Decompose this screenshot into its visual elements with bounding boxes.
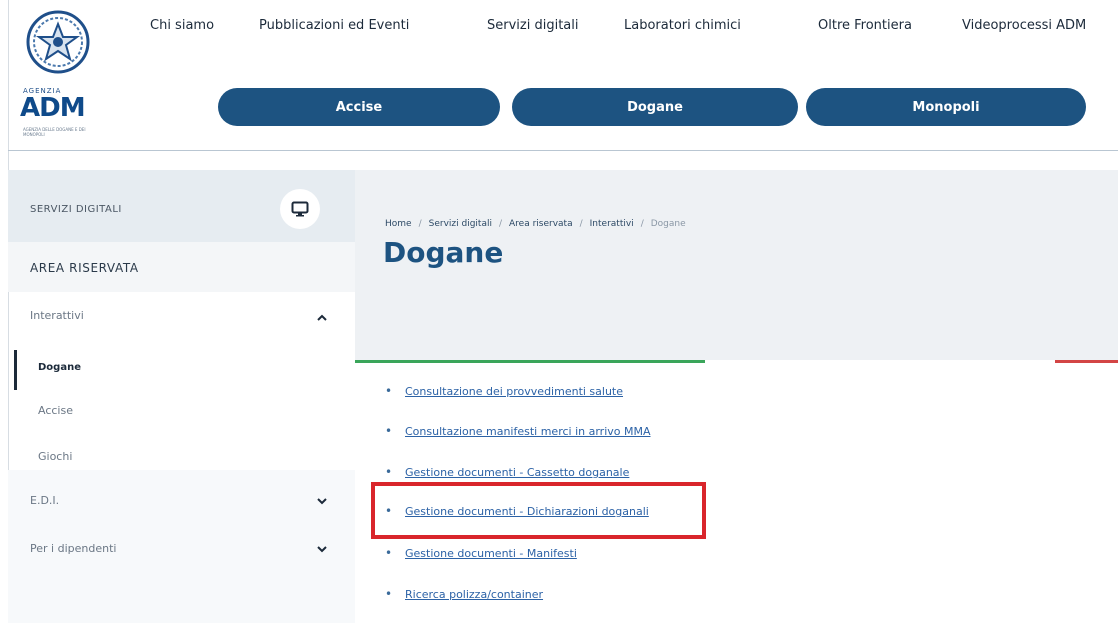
breadcrumb-separator: / — [498, 219, 503, 229]
nav-chi-siamo[interactable]: Chi siamo — [150, 18, 214, 33]
accise-button[interactable]: Accise — [218, 88, 500, 126]
chevron-up-icon — [317, 314, 327, 321]
breadcrumb-interattivi[interactable]: Interattivi — [590, 219, 634, 229]
sidebar-item-label: Interattivi — [30, 309, 84, 322]
flag-stripe-green — [355, 360, 705, 363]
breadcrumb-current: Dogane — [650, 219, 686, 229]
breadcrumb-home[interactable]: Home — [385, 219, 412, 229]
bullet-icon: • — [385, 465, 393, 479]
sidebar-item-edi[interactable]: E.D.I. — [8, 482, 355, 522]
breadcrumb-area-riservata[interactable]: Area riservata — [509, 219, 573, 229]
emblem-icon — [26, 10, 90, 74]
nav-pubblicazioni-eventi[interactable]: Pubblicazioni ed Eventi — [259, 18, 409, 33]
nav-videoprocessi-adm[interactable]: Videoprocessi ADM — [962, 18, 1086, 33]
header-divider — [8, 150, 1118, 151]
bullet-icon: • — [385, 384, 393, 398]
bullet-icon: • — [385, 424, 393, 438]
sidebar-item-label: Per i dipendenti — [30, 542, 117, 555]
link-consultazione-provvedimenti[interactable]: Consultazione dei provvedimenti salute — [405, 385, 623, 398]
breadcrumb-separator: / — [418, 219, 422, 229]
breadcrumb: Home / Servizi digitali / Area riservata / Int… — [385, 219, 686, 229]
monitor-button[interactable] — [280, 189, 320, 229]
nav-servizi-digitali[interactable]: Servizi digitali — [487, 18, 578, 33]
sidebar-header: SERVIZI DIGITALI — [8, 170, 355, 242]
logo-subtitle: AGENZIA DELLE DOGANE E DEI MONOPOLI — [23, 127, 86, 137]
sidebar-area-label: AREA RISERVATA — [30, 261, 139, 275]
sidebar-item-label: E.D.I. — [30, 494, 60, 507]
breadcrumb-separator: / — [579, 219, 583, 229]
monitor-icon — [291, 201, 309, 217]
link-ricerca-polizza-container[interactable]: Ricerca polizza/container — [405, 588, 543, 601]
site-header: AGENZIA ADM AGENZIA DELLE DOGANE E DEI M… — [0, 0, 1118, 150]
sidebar: SERVIZI DIGITALI AREA RISERVATA Interatt… — [8, 170, 355, 623]
nav-oltre-frontiera[interactable]: Oltre Frontiera — [818, 18, 912, 33]
sidebar-header-label: SERVIZI DIGITALI — [30, 204, 122, 215]
bullet-icon: • — [385, 587, 393, 601]
nav-laboratori-chimici[interactable]: Laboratori chimici — [624, 18, 741, 33]
page-hero: Home / Servizi digitali / Area riservata / Int… — [355, 170, 1118, 360]
sidebar-item-per-i-dipendenti[interactable]: Per i dipendenti — [8, 530, 355, 570]
dogane-button[interactable]: Dogane — [512, 88, 798, 126]
sidebar-item-label: Dogane — [38, 362, 81, 373]
link-cassetto-doganale[interactable]: Gestione documenti - Cassetto doganale — [405, 466, 629, 479]
sidebar-item-dogane[interactable]: Dogane — [8, 350, 355, 390]
adm-logo[interactable]: AGENZIA ADM AGENZIA DELLE DOGANE E DEI M… — [20, 4, 100, 144]
breadcrumb-separator: / — [640, 219, 644, 229]
highlight-box — [371, 482, 706, 539]
sidebar-item-label: Giochi — [38, 450, 73, 463]
chevron-down-icon — [317, 546, 327, 553]
sidebar-item-label: Accise — [38, 404, 73, 417]
sidebar-item-accise[interactable]: Accise — [8, 392, 355, 432]
link-consultazione-manifesti-mma[interactable]: Consultazione manifesti merci in arrivo … — [405, 425, 651, 438]
sidebar-item-interattivi[interactable]: Interattivi — [8, 298, 355, 338]
monopoli-button[interactable]: Monopoli — [806, 88, 1086, 126]
link-manifesti[interactable]: Gestione documenti - Manifesti — [405, 547, 577, 560]
logo-adm-text: ADM — [20, 93, 86, 123]
sidebar-item-giochi[interactable]: Giochi — [8, 438, 355, 478]
page-title: Dogane — [383, 236, 504, 269]
chevron-down-icon — [317, 498, 327, 505]
bullet-icon: • — [385, 546, 393, 560]
sidebar-area-riservata[interactable]: AREA RISERVATA — [8, 242, 355, 292]
flag-stripe-red — [1055, 360, 1118, 363]
breadcrumb-servizi-digitali[interactable]: Servizi digitali — [429, 219, 492, 229]
